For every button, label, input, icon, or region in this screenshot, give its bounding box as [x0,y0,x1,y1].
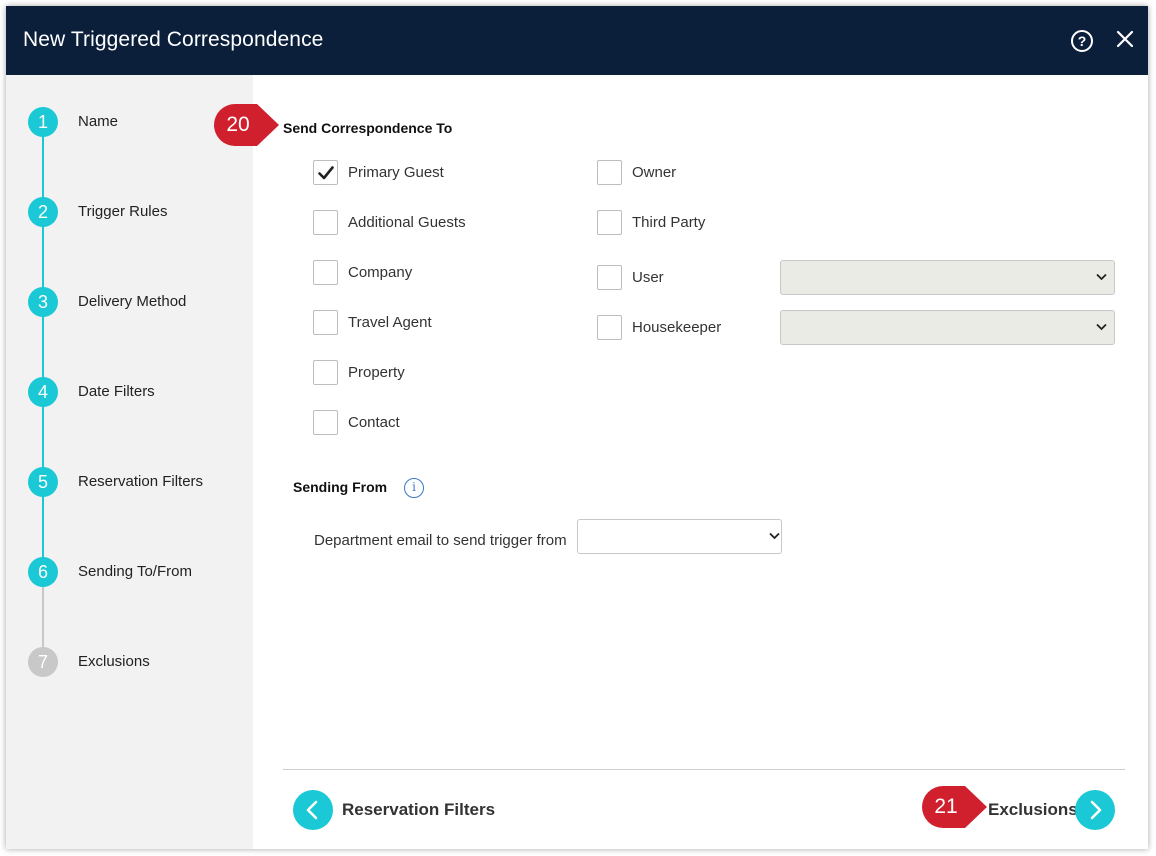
step-number: 1 [28,107,58,137]
dialog-titlebar: New Triggered Correspondence ? [6,6,1148,75]
checkbox-label: Housekeeper [632,319,722,336]
checkbox-additional-guests[interactable]: Additional Guests [313,210,513,236]
step-label: Exclusions [78,653,150,670]
step-label: Sending To/From [78,563,192,580]
checkbox-primary-guest[interactable]: Primary Guest [313,160,513,186]
checkbox[interactable] [313,360,338,385]
step-number: 3 [28,287,58,317]
checkbox[interactable] [313,410,338,435]
back-button[interactable] [293,790,333,830]
checkbox-housekeeper[interactable]: Housekeeper [597,315,757,341]
checkbox-label: Contact [348,414,400,431]
checkbox-label: Travel Agent [348,314,432,331]
checkbox-label: Third Party [632,214,706,231]
checkbox-company[interactable]: Company [313,260,513,286]
chevron-right-icon [1090,800,1102,820]
step-number: 5 [28,467,58,497]
back-button-label[interactable]: Reservation Filters [342,800,495,820]
next-button-label[interactable]: Exclusions [988,800,1078,820]
checkbox-contact[interactable]: Contact [313,410,513,436]
checkbox[interactable] [313,210,338,235]
user-select[interactable] [780,260,1115,295]
step-label: Name [78,113,119,130]
checkbox[interactable] [313,260,338,285]
checkbox[interactable] [313,310,338,335]
sending-from-heading: Sending From [293,479,388,495]
checkbox-travel-agent[interactable]: Travel Agent [313,310,513,336]
housekeeper-select[interactable] [780,310,1115,345]
checkbox-user[interactable]: User [597,265,757,291]
checkbox-label: Company [348,264,413,281]
wizard-steps-sidebar: 1 Name 2 Trigger Rules 3 Delivery Method… [6,75,253,849]
checkbox-label: Additional Guests [348,214,466,231]
step-number: 7 [28,647,58,677]
callout-number: 21 [934,795,958,818]
step-label: Delivery Method [78,293,187,310]
help-icon[interactable]: ? [1071,30,1093,52]
checkbox-third-party[interactable]: Third Party [597,210,757,236]
chevron-left-icon [306,800,318,820]
next-button[interactable] [1075,790,1115,830]
send-correspondence-to-heading: Send Correspondence To [283,120,453,136]
callout-number: 20 [226,113,250,136]
checkbox-property[interactable]: Property [313,360,513,386]
step-number: 2 [28,197,58,227]
chevron-down-icon [1096,273,1107,281]
checkbox-label: Primary Guest [348,164,444,181]
checkbox-label: Property [348,364,405,381]
checkbox[interactable] [313,160,338,185]
checkbox[interactable] [597,210,622,235]
checkbox[interactable] [597,160,622,185]
info-icon[interactable]: i [404,478,424,498]
callout-marker-21: 21 [921,785,987,829]
step-label: Date Filters [78,383,155,400]
new-triggered-correspondence-dialog: New Triggered Correspondence ? 1 Name 2 … [6,6,1148,849]
close-icon[interactable] [1114,28,1136,50]
chevron-down-icon [1096,323,1107,331]
department-email-select[interactable] [577,519,782,554]
checkbox-label: Owner [632,164,677,181]
step-number: 4 [28,377,58,407]
chevron-down-icon [769,532,780,540]
footer-divider [283,769,1125,770]
step-number: 6 [28,557,58,587]
department-email-label: Department email to send trigger from [314,532,567,549]
checkbox[interactable] [597,315,622,340]
checkbox[interactable] [597,265,622,290]
callout-marker-20: 20 [213,103,279,147]
progress-line-complete [42,121,44,575]
step-label: Reservation Filters [78,473,204,490]
checkbox-owner[interactable]: Owner [597,160,757,186]
dialog-title: New Triggered Correspondence [23,28,324,51]
checkbox-label: User [632,269,664,286]
step-label: Trigger Rules [78,203,168,220]
wizard-content: Send Correspondence To Primary Guest Add… [253,75,1148,849]
